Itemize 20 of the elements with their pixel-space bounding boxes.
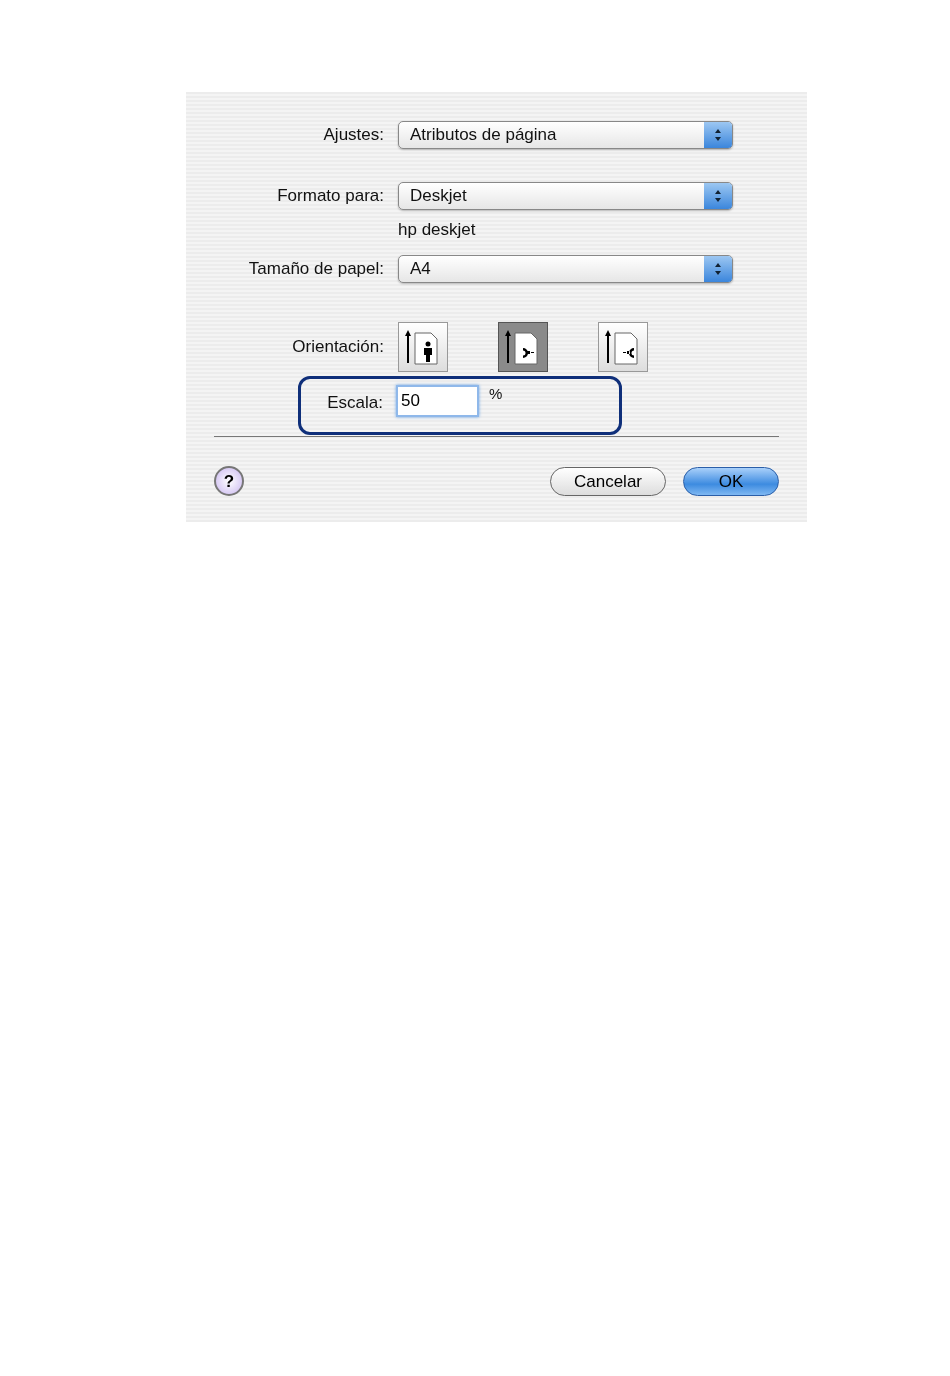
orientation-button[interactable] (398, 322, 448, 372)
help-button[interactable]: ? (214, 466, 244, 496)
stepper-arrows-icon (714, 189, 722, 203)
field-label: Escala: (326, 392, 383, 414)
orientation-button[interactable] (498, 322, 548, 372)
popup-menu[interactable]: Atributos de página (398, 121, 733, 149)
scale-field[interactable]: 50 (396, 385, 479, 417)
field-label: Formato para: (276, 185, 384, 208)
field-label: Orientación: (291, 336, 384, 359)
printer-name: hp deskjet (398, 220, 477, 240)
popup-menu[interactable]: Deskjet (398, 182, 733, 210)
ok-button[interactable]: OK (683, 466, 779, 496)
cancel-button[interactable]: Cancelar (550, 466, 666, 496)
unit-label: % (489, 384, 503, 404)
field-label: Ajustes: (322, 124, 384, 147)
popup-menu[interactable]: A4 (398, 255, 733, 283)
orientation-button[interactable] (598, 322, 648, 372)
field-label: Tamaño de papel: (247, 258, 384, 281)
stepper-arrows-icon (714, 128, 722, 142)
stepper-arrows-icon (714, 262, 722, 276)
